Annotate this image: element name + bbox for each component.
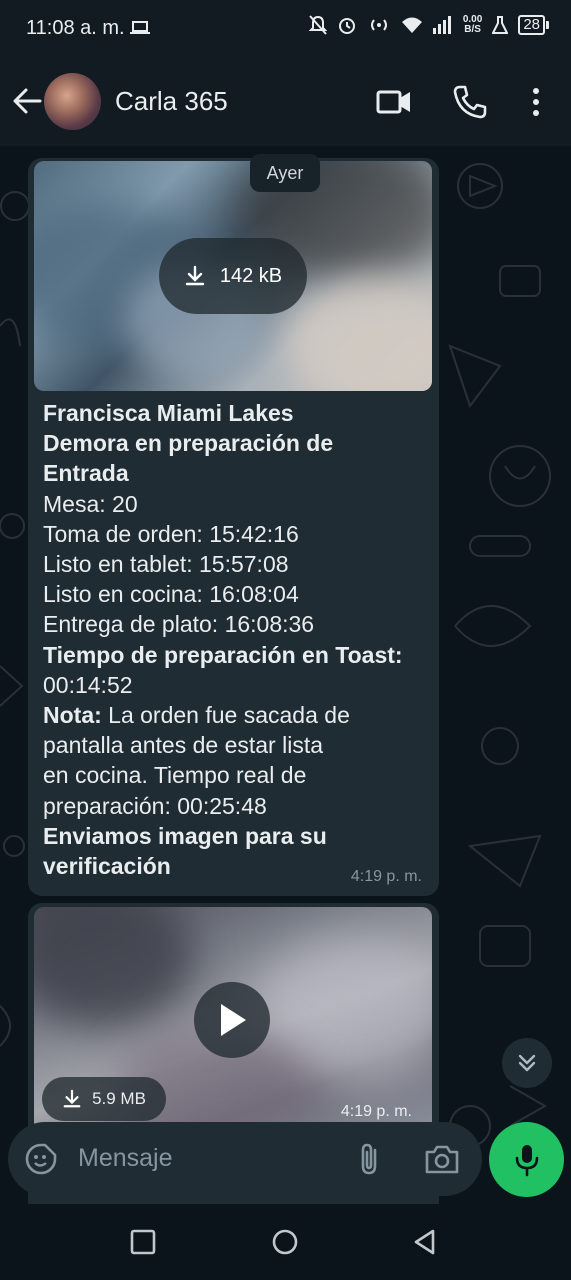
message-bubble[interactable]: 142 kB Francisca Miami Lakes Demora en p…: [28, 158, 439, 896]
recents-button-icon[interactable]: [129, 1228, 157, 1256]
scroll-to-bottom-button[interactable]: [502, 1038, 552, 1088]
play-button[interactable]: [194, 982, 270, 1058]
download-icon: [63, 1089, 81, 1108]
emoji-sticker-icon[interactable]: [24, 1142, 58, 1176]
status-icons: 0.00 B/S 28: [308, 14, 549, 35]
phone-icon[interactable]: [452, 84, 488, 120]
message-input[interactable]: Mensaje: [78, 1144, 173, 1173]
avatar[interactable]: [44, 73, 101, 130]
laptop-icon: [130, 21, 150, 34]
contact-name[interactable]: Carla 365: [115, 86, 228, 117]
camera-icon[interactable]: [424, 1142, 460, 1176]
signal-icon: [432, 16, 451, 34]
message-timestamp: 4:19 p. m.: [350, 868, 422, 885]
back-button-icon[interactable]: [411, 1228, 439, 1256]
download-icon: [185, 265, 205, 286]
message-text: Francisca Miami Lakes Demora en preparac…: [43, 400, 403, 880]
double-chevron-down-icon: [518, 1054, 536, 1072]
attach-icon[interactable]: [353, 1142, 387, 1176]
voice-message-button[interactable]: [489, 1122, 564, 1197]
alarm-icon: [338, 18, 355, 34]
system-navigation-bar: [0, 1204, 571, 1280]
home-button-icon[interactable]: [271, 1228, 299, 1256]
chat-header: Carla 365: [0, 58, 571, 146]
video-call-icon[interactable]: [376, 84, 412, 120]
video-thumbnail[interactable]: 5.9 MB 4:19 p. m.: [34, 907, 432, 1137]
flask-icon: [492, 16, 509, 34]
download-button[interactable]: 142 kB: [159, 238, 307, 314]
back-arrow-icon[interactable]: [10, 84, 44, 118]
battery-indicator: 28: [518, 15, 549, 35]
video-download-button[interactable]: 5.9 MB: [42, 1077, 166, 1121]
status-bar: 11:08 a. m. 0.00 B/S 28: [0, 0, 571, 58]
image-thumbnail[interactable]: 142 kB: [34, 161, 432, 391]
network-speed: 0.00 B/S: [462, 14, 483, 35]
status-time: 11:08 a. m.: [26, 17, 125, 39]
microphone-icon: [515, 1144, 538, 1176]
hotspot-icon: [370, 19, 387, 31]
play-icon: [221, 1004, 246, 1036]
more-vert-icon[interactable]: [518, 84, 554, 120]
video-timestamp: 4:19 p. m.: [340, 1103, 412, 1120]
wifi-icon: [401, 17, 422, 33]
download-size: 142 kB: [219, 264, 283, 287]
date-chip: Ayer: [250, 154, 320, 192]
message-composer[interactable]: Mensaje: [8, 1122, 482, 1196]
video-size: 5.9 MB: [92, 1089, 146, 1108]
mute-notification-icon: [308, 15, 327, 35]
chat-area[interactable]: Ayer 142 kB Francisca Miami Lakes Demora…: [0, 146, 571, 1204]
